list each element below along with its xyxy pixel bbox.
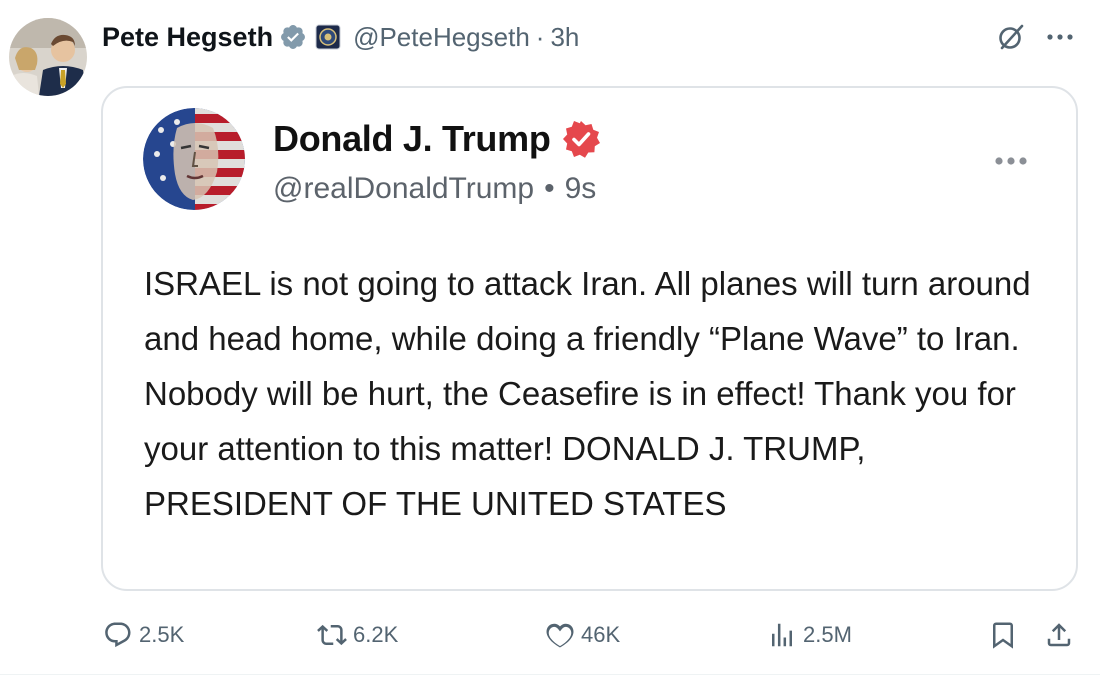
quoted-name-row: Donald J. Trump [273,118,601,160]
like-count: 46K [581,622,621,647]
truth-verified-icon [561,119,601,159]
bookmark-button[interactable] [988,610,1018,660]
quoted-more-icon[interactable] [987,146,1035,176]
quoted-author-handle[interactable]: @realDonaldTrump [273,172,534,206]
heart-icon [545,620,575,650]
more-horizontal-icon[interactable] [1042,22,1078,52]
author-avatar[interactable] [9,18,87,96]
dod-affiliate-icon[interactable] [315,24,341,50]
share-icon [1044,620,1074,650]
verified-badge-icon[interactable] [279,23,307,51]
engagement-bar: 2.5K 6.2K 46K 2.5M [0,610,1100,660]
repost-count: 6.2K [353,622,399,647]
reply-icon [103,620,133,650]
meta-separator: · [535,21,545,52]
author-handle[interactable]: @PeteHegseth [353,22,530,53]
repost-button[interactable]: 6.2K [317,610,398,660]
grok-icon[interactable] [994,20,1028,54]
reply-button[interactable]: 2.5K [103,610,184,660]
quoted-timestamp[interactable]: 9s [565,172,597,206]
post-divider [0,674,1100,675]
post-page: Pete Hegseth @PeteHegseth · 3h Donald J.… [0,0,1100,677]
reply-count: 2.5K [139,622,185,647]
post-header: Pete Hegseth @PeteHegseth · 3h [102,19,579,55]
bookmark-icon [988,620,1018,650]
views-count: 2.5M [803,622,852,647]
quoted-post-text: ISRAEL is not going to attack Iran. All … [144,265,1031,522]
quoted-meta-separator: • [544,172,555,205]
quoted-author-avatar[interactable] [143,108,245,210]
repost-icon [317,620,347,650]
quoted-meta-row: @realDonaldTrump • 9s [273,172,596,206]
quoted-post-card[interactable]: Donald J. Trump @realDonaldTrump • 9s IS… [101,86,1078,591]
like-button[interactable]: 46K [545,610,620,660]
share-button[interactable] [1044,610,1074,660]
views-icon [767,620,797,650]
post-timestamp[interactable]: 3h [550,22,579,53]
views-button[interactable]: 2.5M [767,610,852,660]
author-name[interactable]: Pete Hegseth [102,22,273,53]
quoted-author-name[interactable]: Donald J. Trump [273,118,551,160]
